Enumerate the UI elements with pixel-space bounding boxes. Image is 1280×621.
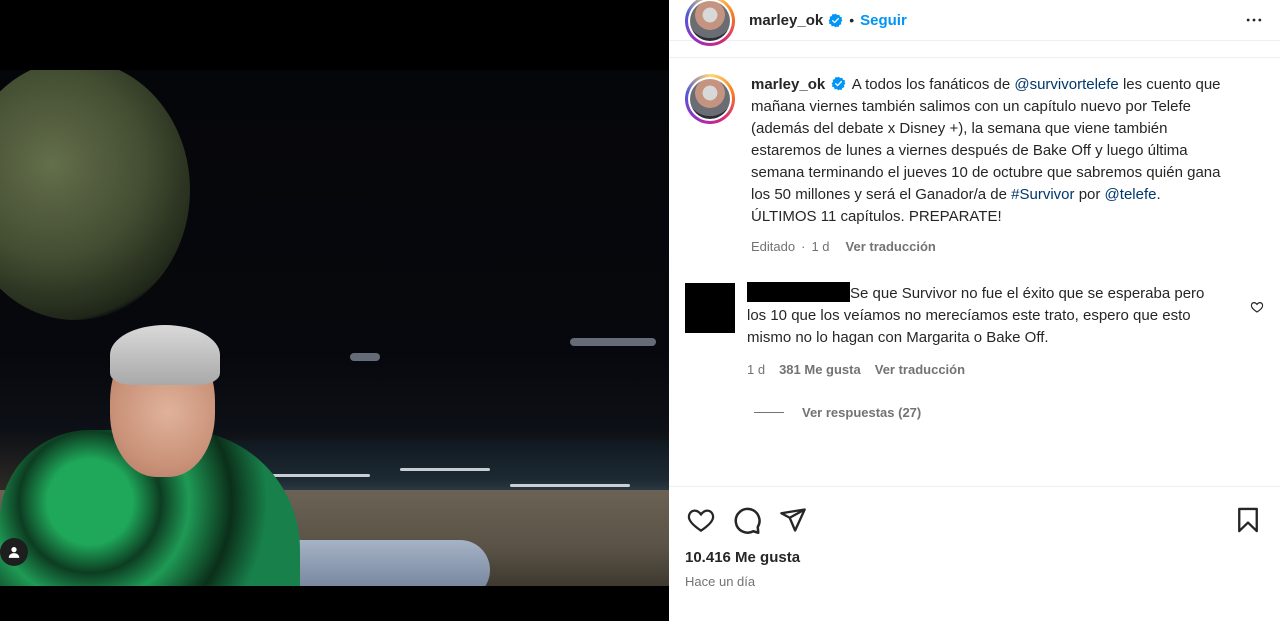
caption-author-avatar[interactable] bbox=[685, 74, 735, 124]
author-username[interactable]: marley_ok bbox=[749, 12, 823, 29]
view-replies-label: Ver respuestas (27) bbox=[802, 405, 922, 420]
commenter-avatar-redacted[interactable] bbox=[685, 283, 735, 333]
post-caption: marley_ok A todos los fanáticos de @surv… bbox=[685, 74, 1264, 258]
comment-meta: 1 d 381 Me gusta Ver traducción bbox=[747, 359, 1227, 381]
view-replies-button[interactable]: Ver respuestas (27) bbox=[754, 405, 1264, 420]
comments-section[interactable]: marley_ok A todos los fanáticos de @surv… bbox=[669, 57, 1280, 486]
replies-line bbox=[754, 412, 784, 413]
verified-badge-icon bbox=[832, 76, 846, 91]
caption-text: A todos los fanáticos de bbox=[851, 76, 1011, 93]
comment-translate-link[interactable]: Ver traducción bbox=[875, 359, 965, 381]
caption-text-line-2: ÚLTIMOS 11 capítulos. PREPARATE! bbox=[751, 208, 1002, 225]
post-side-panel: marley_ok • Seguir marley_ok A todos los… bbox=[669, 0, 1280, 621]
caption-mention-telefe[interactable]: @telefe bbox=[1105, 186, 1157, 203]
follow-button[interactable]: Seguir bbox=[860, 12, 907, 29]
comment-likes[interactable]: 381 Me gusta bbox=[779, 359, 861, 381]
caption-text: les cuento que mañana viernes también sa… bbox=[751, 76, 1221, 203]
caption-meta-sep: · bbox=[801, 239, 806, 254]
post-media bbox=[0, 0, 669, 621]
caption-edited: Editado bbox=[751, 239, 796, 254]
action-bar bbox=[685, 503, 1264, 537]
caption-hashtag-survivor[interactable]: #Survivor bbox=[1011, 186, 1074, 203]
caption-mention-survivortelefe[interactable]: @survivortelefe bbox=[1014, 76, 1118, 93]
heart-icon[interactable] bbox=[685, 504, 717, 536]
caption-translate-link[interactable]: Ver traducción bbox=[846, 236, 936, 258]
post-actions-section: 10.416 Me gusta Hace un día bbox=[669, 486, 1280, 621]
caption-meta: Editado · 1 d Ver traducción bbox=[751, 236, 1231, 258]
comment-item: Se que Survivor no fue el éxito que se e… bbox=[685, 282, 1264, 381]
author-avatar[interactable] bbox=[685, 0, 735, 46]
caption-username[interactable]: marley_ok bbox=[751, 76, 825, 93]
post-photo[interactable] bbox=[0, 70, 669, 586]
comment-age[interactable]: 1 d bbox=[747, 359, 765, 381]
photo-tree bbox=[0, 70, 190, 320]
comment-heart-icon[interactable] bbox=[1250, 300, 1264, 314]
more-icon[interactable] bbox=[1242, 8, 1266, 32]
instagram-post-modal: marley_ok • Seguir marley_ok A todos los… bbox=[0, 0, 1280, 621]
caption-text: por bbox=[1078, 186, 1101, 203]
header-separator: • bbox=[849, 12, 855, 28]
photo-wave bbox=[510, 484, 630, 487]
post-header: marley_ok • Seguir bbox=[669, 0, 1280, 46]
comment-icon[interactable] bbox=[731, 504, 763, 536]
post-timestamp[interactable]: Hace un día bbox=[685, 574, 1264, 589]
caption-body: marley_ok A todos los fanáticos de @surv… bbox=[751, 74, 1231, 258]
user-tag-icon[interactable] bbox=[0, 538, 28, 566]
send-icon[interactable] bbox=[777, 504, 809, 536]
verified-badge-icon bbox=[828, 13, 843, 27]
photo-wave bbox=[400, 468, 490, 471]
likes-count[interactable]: 10.416 Me gusta bbox=[685, 549, 1264, 566]
commenter-username-redacted[interactable] bbox=[747, 282, 850, 302]
caption-text: . bbox=[1156, 186, 1161, 203]
photo-boat bbox=[350, 353, 380, 361]
bookmark-icon[interactable] bbox=[1232, 504, 1264, 536]
caption-age[interactable]: 1 d bbox=[811, 236, 829, 258]
photo-boat bbox=[570, 338, 656, 346]
comment-body: Se que Survivor no fue el éxito que se e… bbox=[747, 282, 1227, 381]
photo-person-hair bbox=[110, 325, 220, 385]
